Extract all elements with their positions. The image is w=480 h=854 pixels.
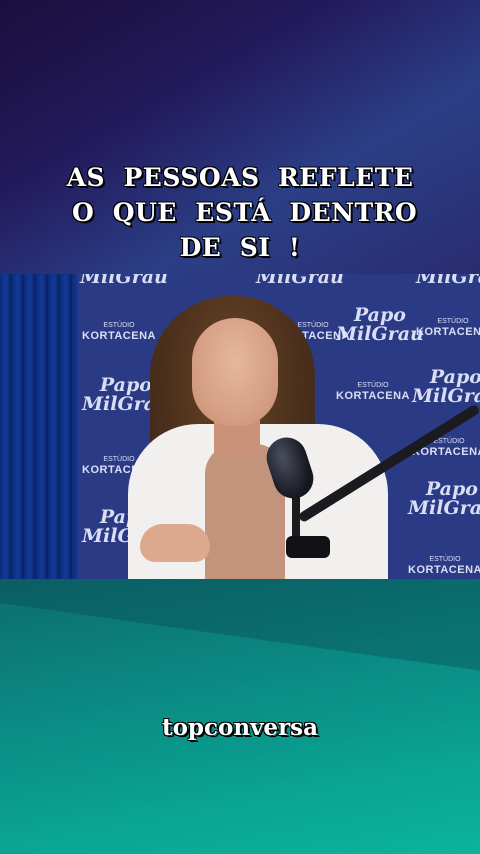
backdrop-logo: ESTÚDIO KORTACENA: [82, 322, 156, 342]
backdrop-logo: ESTÚDIO KORTACENA: [408, 556, 480, 576]
bottom-area: topconversa: [0, 579, 480, 854]
backdrop-logo: ESTÚDIO KORTACENA: [336, 382, 410, 402]
backdrop-logo: Papo MilGrau: [412, 366, 480, 407]
video-caption: AS PESSOAS REFLETE O QUE ESTÁ DENTRO DE …: [0, 160, 480, 265]
backdrop-logo: MilGrau: [256, 274, 344, 288]
backdrop-logo: Papo MilGrau: [408, 478, 480, 519]
caption-line-3: DE SI !: [179, 233, 301, 262]
backdrop-logo: MilGrau: [416, 274, 480, 288]
speaker-face: [192, 318, 278, 426]
blue-curtain: [0, 274, 78, 579]
microphone-mount: [286, 536, 330, 558]
top-caption-area: AS PESSOAS REFLETE O QUE ESTÁ DENTRO DE …: [0, 0, 480, 274]
caption-line-2: O QUE ESTÁ DENTRO: [62, 198, 418, 227]
backdrop-logo: ESTÚDIO KORTACENA: [416, 318, 480, 338]
watermark-text: topconversa: [161, 714, 319, 741]
video-frame[interactable]: MilGrau MilGrau MilGrau ESTÚDIO KORTACEN…: [0, 274, 480, 579]
caption-line-1: AS PESSOAS REFLETE: [66, 163, 414, 192]
background-stripe: [0, 579, 480, 681]
speaker-hand: [140, 524, 210, 562]
backdrop-logo: Papo MilGrau: [336, 304, 424, 345]
backdrop-logo: MilGrau: [80, 274, 168, 288]
